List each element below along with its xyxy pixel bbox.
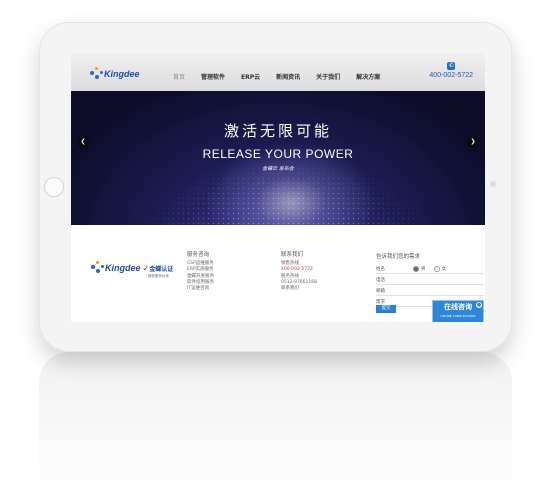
services-column: 服务咨询 CSP运维服务 ERP实施服务 金蝶开发服务 软件续用服务 IT运维咨… xyxy=(187,252,214,292)
banner-prev-arrow-icon[interactable]: ❮ xyxy=(77,136,89,148)
nav-item-news[interactable]: 新闻资讯 xyxy=(276,72,300,81)
header-phone[interactable]: ✆ 400-002-5722 xyxy=(429,62,473,79)
gender-female-label: 女 xyxy=(441,266,447,272)
banner-next-arrow-icon[interactable]: ❯ xyxy=(467,136,479,148)
submit-button[interactable]: 提交 xyxy=(376,305,396,313)
online-chat-widget[interactable]: 在线咨询 ONLINE CONSULTATION ● xyxy=(432,300,484,322)
footer-logo: Kingdee ✓ 金蝶认证 授权服务伙伴 xyxy=(91,261,174,278)
service-link[interactable]: ERP实施服务 xyxy=(187,267,214,273)
website-screen: Kingdee 首页 管理软件 ERP云 新闻资讯 关于我们 解决方案 ✆ 40… xyxy=(71,53,485,322)
header-phone-number: 400-002-5722 xyxy=(429,72,473,79)
site-footer: Kingdee ✓ 金蝶认证 授权服务伙伴 服务咨询 CSP运维服务 ERP实施… xyxy=(71,225,485,322)
nav-item-erp-cloud[interactable]: ERP云 xyxy=(241,72,260,81)
chat-bubble-icon[interactable]: ● xyxy=(476,302,482,308)
banner-headline-en: RELEASE YOUR POWER xyxy=(202,147,354,161)
nav-item-software[interactable]: 管理软件 xyxy=(201,72,225,81)
contact-link[interactable]: 联系我们 xyxy=(281,286,317,292)
nav-item-home[interactable]: 首页 xyxy=(173,72,185,81)
phone-icon: ✆ xyxy=(447,62,456,70)
banner-headline-cn: 激活无限可能 xyxy=(223,122,332,140)
kingdee-logo-icon xyxy=(90,67,104,81)
cert-subtext: 授权服务伙伴 xyxy=(148,274,169,278)
contact-title: 联系我们 xyxy=(281,252,304,258)
contact-column: 联系我们 销售热线 400-002-5722 服务热线 0512-8766116… xyxy=(281,252,317,292)
gender-male-radio[interactable] xyxy=(413,265,419,272)
sales-phone: 400-002-5722 xyxy=(281,267,313,273)
cert-text: 金蝶认证 xyxy=(149,265,174,273)
header-logo-text: Kingdee xyxy=(104,69,140,79)
main-nav: 首页 管理软件 ERP云 新闻资讯 关于我们 解决方案 xyxy=(173,72,396,81)
home-button[interactable] xyxy=(44,177,64,197)
phone-field[interactable]: 电话 xyxy=(376,275,484,285)
form-title: 告诉我们您的需求 xyxy=(376,254,421,260)
camera-icon xyxy=(490,181,496,187)
header-logo[interactable]: Kingdee xyxy=(90,67,140,81)
nav-item-solutions[interactable]: 解决方案 xyxy=(356,72,380,81)
site-header: Kingdee 首页 管理软件 ERP云 新闻资讯 关于我们 解决方案 ✆ 40… xyxy=(71,53,485,91)
nav-item-about[interactable]: 关于我们 xyxy=(316,72,340,81)
name-label: 姓名 xyxy=(376,266,385,272)
phone-label: 电话 xyxy=(376,277,385,283)
footer-logo-text: Kingdee xyxy=(105,263,141,273)
service-link[interactable]: IT运维咨询 xyxy=(187,286,214,292)
device-reflection xyxy=(39,352,512,502)
name-field[interactable]: 姓名 男 女 xyxy=(376,264,484,274)
email-field[interactable]: 邮箱 xyxy=(376,286,484,296)
footer-kingdee-logo-icon xyxy=(91,261,105,275)
gender-female-radio[interactable] xyxy=(433,265,440,272)
chat-sublabel: ONLINE CONSULTATION xyxy=(440,314,476,318)
services-title: 服务咨询 xyxy=(187,252,210,258)
service-link[interactable]: 金蝶开发服务 xyxy=(187,274,214,280)
banner-launch-text: 金蝶云 发布会 xyxy=(262,166,294,172)
email-label: 邮箱 xyxy=(376,288,385,294)
hero-banner[interactable]: 激活无限可能 RELEASE YOUR POWER 金蝶云 发布会 ❮ ❯ xyxy=(71,91,485,225)
gender-male-label: 男 xyxy=(421,266,426,272)
need-label: 需求 xyxy=(376,299,385,305)
